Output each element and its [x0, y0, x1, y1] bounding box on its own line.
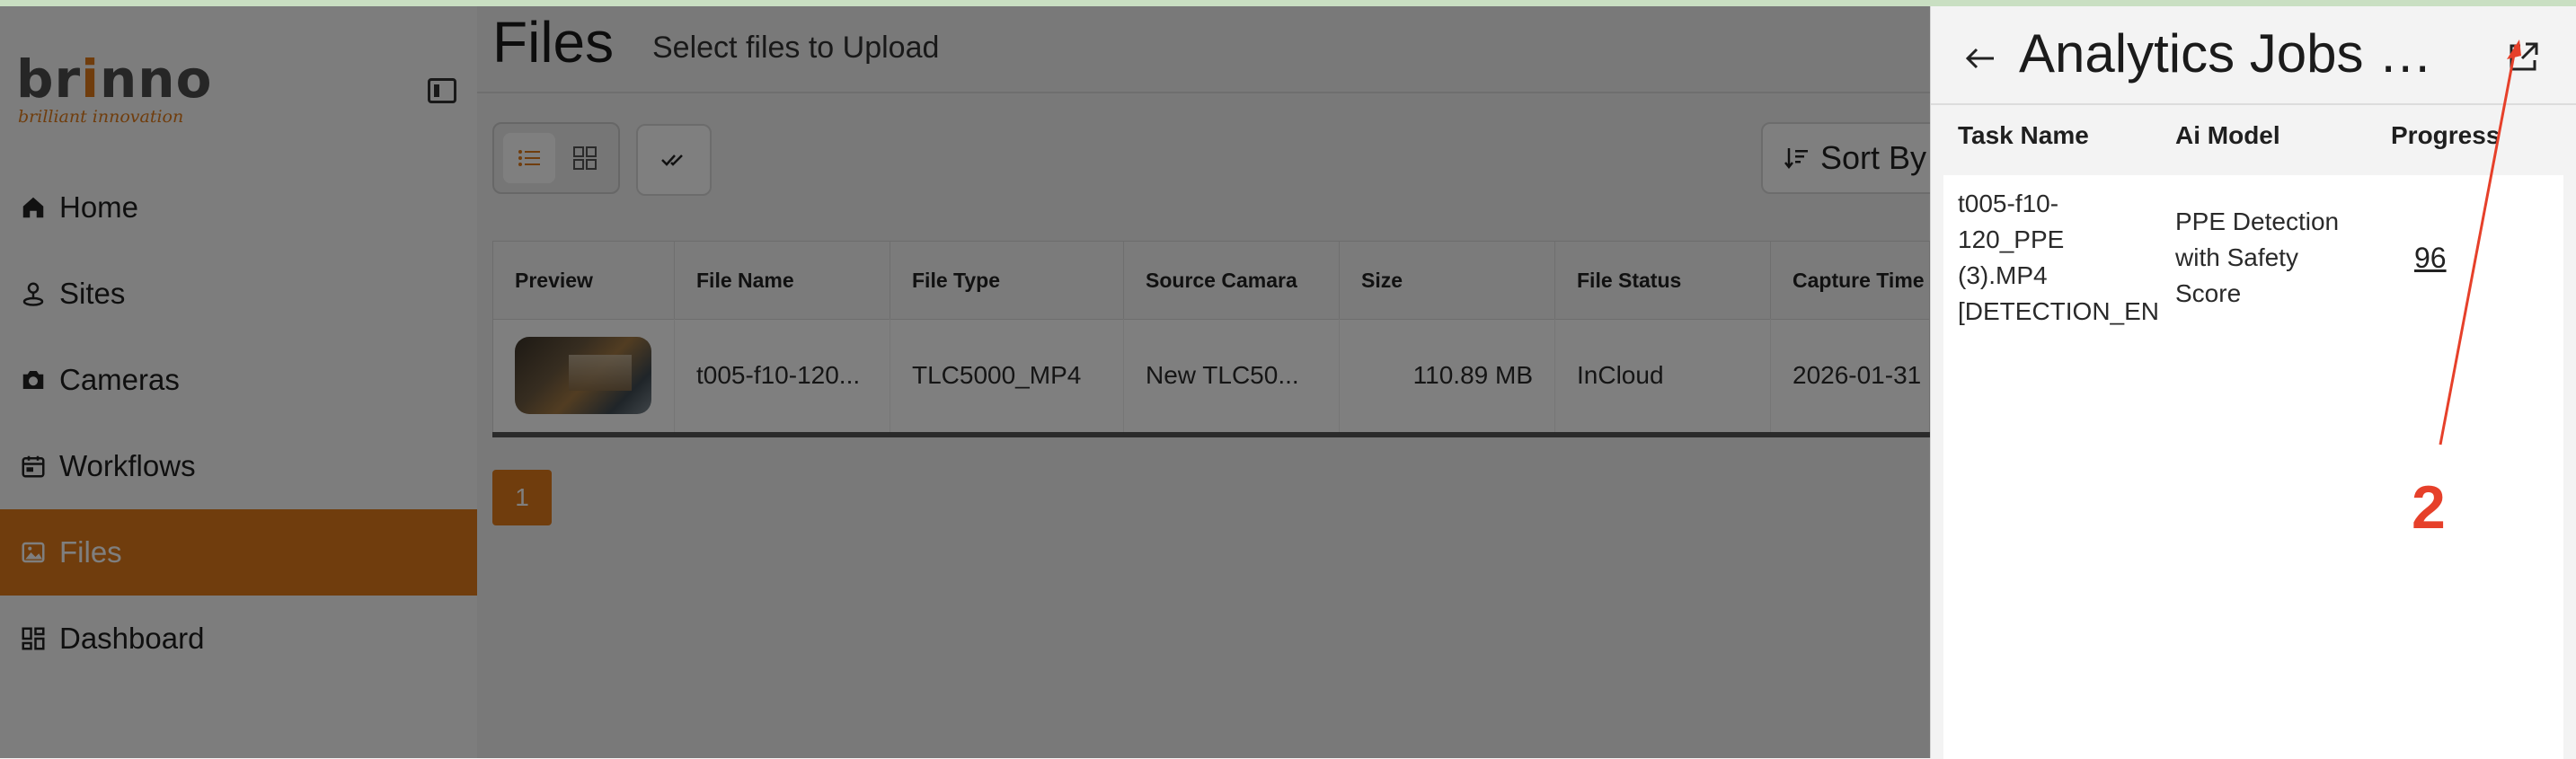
column-header: Task Name: [1958, 121, 2089, 149]
open-external-icon: [2510, 42, 2538, 71]
ai-model-cell: PPE Detection with Safety Score: [2175, 207, 2340, 307]
analytics-jobs-drawer: Analytics Jobs Hi... Task Name Ai Model …: [1930, 6, 2576, 759]
open-external-button[interactable]: [2506, 39, 2545, 78]
progress-link[interactable]: 96: [2414, 242, 2447, 275]
column-header: Ai Model: [2175, 121, 2280, 149]
divider: [1931, 103, 2576, 105]
task-name-cell: t005-f10- 120_PPE (3).MP4 [DETECTION_EN: [1958, 190, 2160, 325]
drawer-title: Analytics Jobs Hi...: [2019, 23, 2468, 84]
modal-backdrop[interactable]: [0, 6, 1930, 758]
annotation-label: 2: [2412, 473, 2446, 542]
column-header: Progress: [2391, 121, 2501, 149]
back-button[interactable]: [1958, 39, 2003, 78]
jobs-table-body: t005-f10- 120_PPE (3).MP4 [DETECTION_EN …: [1943, 175, 2563, 759]
arrow-left-icon: [1965, 48, 1994, 69]
top-strip: [0, 0, 2576, 6]
